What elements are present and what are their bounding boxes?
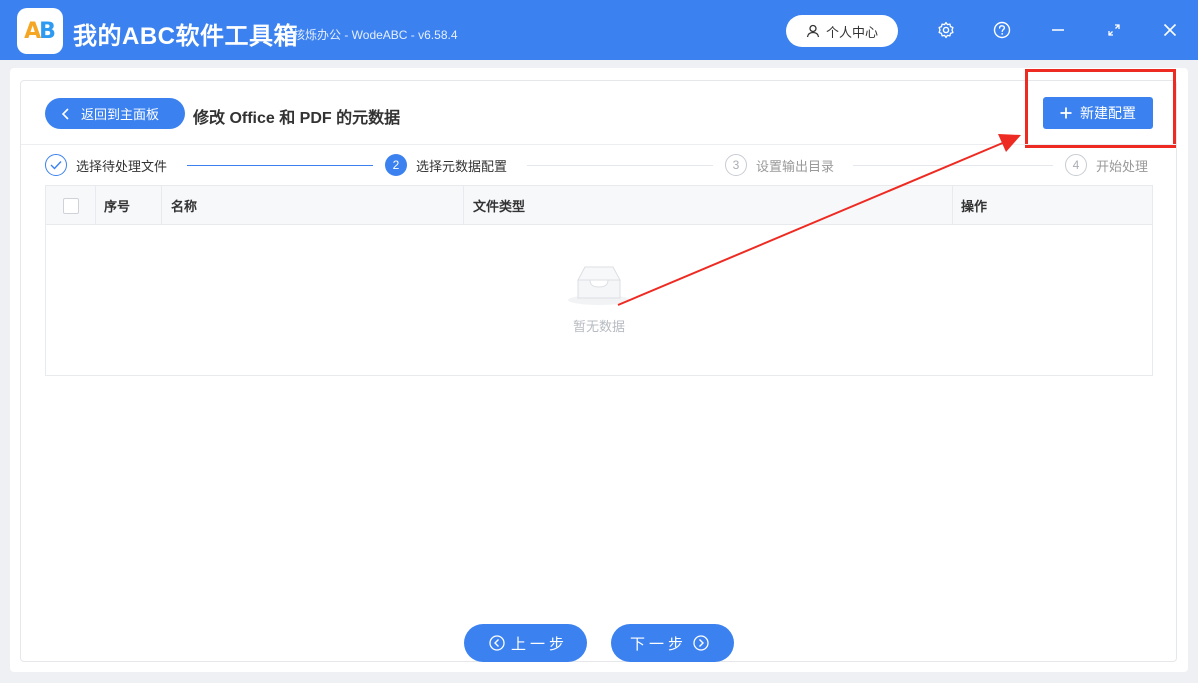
help-icon[interactable] bbox=[990, 18, 1014, 42]
column-header-name: 名称 bbox=[162, 186, 464, 225]
close-icon[interactable] bbox=[1158, 18, 1182, 42]
step-connector-2 bbox=[527, 165, 713, 166]
step-4-number: 4 bbox=[1065, 154, 1087, 176]
header-select-cell bbox=[46, 186, 96, 225]
prev-step-label: 上一步 bbox=[510, 635, 568, 653]
chevron-left-icon bbox=[61, 107, 69, 120]
back-label: 返回到主面板 bbox=[81, 107, 160, 122]
config-table: 序号 名称 文件类型 操作 暂无数据 bbox=[45, 185, 1153, 376]
back-to-main-button[interactable]: 返回到主面板 bbox=[45, 98, 185, 129]
prev-step-button[interactable]: 上一步 bbox=[464, 624, 587, 662]
maximize-icon[interactable] bbox=[1102, 18, 1126, 42]
step-2: 2 选择元数据配置 bbox=[385, 154, 507, 176]
title-bar: A B 我的ABC软件工具箱 核烁办公 - WodeABC - v6.58.4 … bbox=[0, 0, 1198, 60]
empty-text: 暂无数据 bbox=[572, 319, 625, 334]
header-divider bbox=[21, 144, 1176, 145]
step-connector-1 bbox=[187, 165, 373, 166]
step-4: 4 开始处理 bbox=[1065, 154, 1148, 176]
step-1-label: 选择待处理文件 bbox=[76, 158, 168, 174]
app-logo: A B bbox=[17, 8, 63, 54]
settings-icon[interactable] bbox=[934, 18, 958, 42]
check-icon bbox=[45, 154, 67, 176]
empty-inbox-icon bbox=[568, 266, 630, 305]
next-step-label: 下一步 bbox=[629, 635, 687, 653]
step-connector-3 bbox=[853, 165, 1053, 166]
logo-letter-b: B bbox=[39, 18, 56, 44]
minimize-icon[interactable] bbox=[1046, 18, 1070, 42]
step-3-label: 设置输出目录 bbox=[756, 158, 835, 174]
step-2-label: 选择元数据配置 bbox=[416, 158, 508, 174]
page-title: 修改 Office 和 PDF 的元数据 bbox=[193, 110, 401, 127]
empty-state: 暂无数据 bbox=[46, 226, 1152, 376]
chevron-right-circle-icon bbox=[693, 635, 709, 651]
select-all-checkbox[interactable] bbox=[62, 197, 79, 214]
app-subtitle: 核烁办公 - WodeABC - v6.58.4 bbox=[293, 28, 458, 42]
column-header-index: 序号 bbox=[96, 186, 162, 225]
step-2-number: 2 bbox=[385, 154, 407, 176]
user-center-label: 个人中心 bbox=[825, 24, 878, 40]
chevron-left-circle-icon bbox=[489, 635, 505, 651]
step-4-label: 开始处理 bbox=[1096, 158, 1149, 174]
step-3: 3 设置输出目录 bbox=[725, 154, 834, 176]
table-header: 序号 名称 文件类型 操作 bbox=[46, 186, 1152, 225]
column-header-file-type: 文件类型 bbox=[464, 186, 953, 225]
column-header-actions: 操作 bbox=[961, 199, 988, 214]
app-title: 我的ABC软件工具箱 bbox=[73, 23, 298, 50]
next-step-button[interactable]: 下一步 bbox=[611, 624, 734, 662]
step-3-number: 3 bbox=[725, 154, 747, 176]
annotation-highlight-box bbox=[1025, 69, 1176, 148]
user-icon bbox=[806, 24, 820, 38]
user-center-button[interactable]: 个人中心 bbox=[786, 15, 898, 47]
step-1: 选择待处理文件 bbox=[45, 154, 167, 176]
